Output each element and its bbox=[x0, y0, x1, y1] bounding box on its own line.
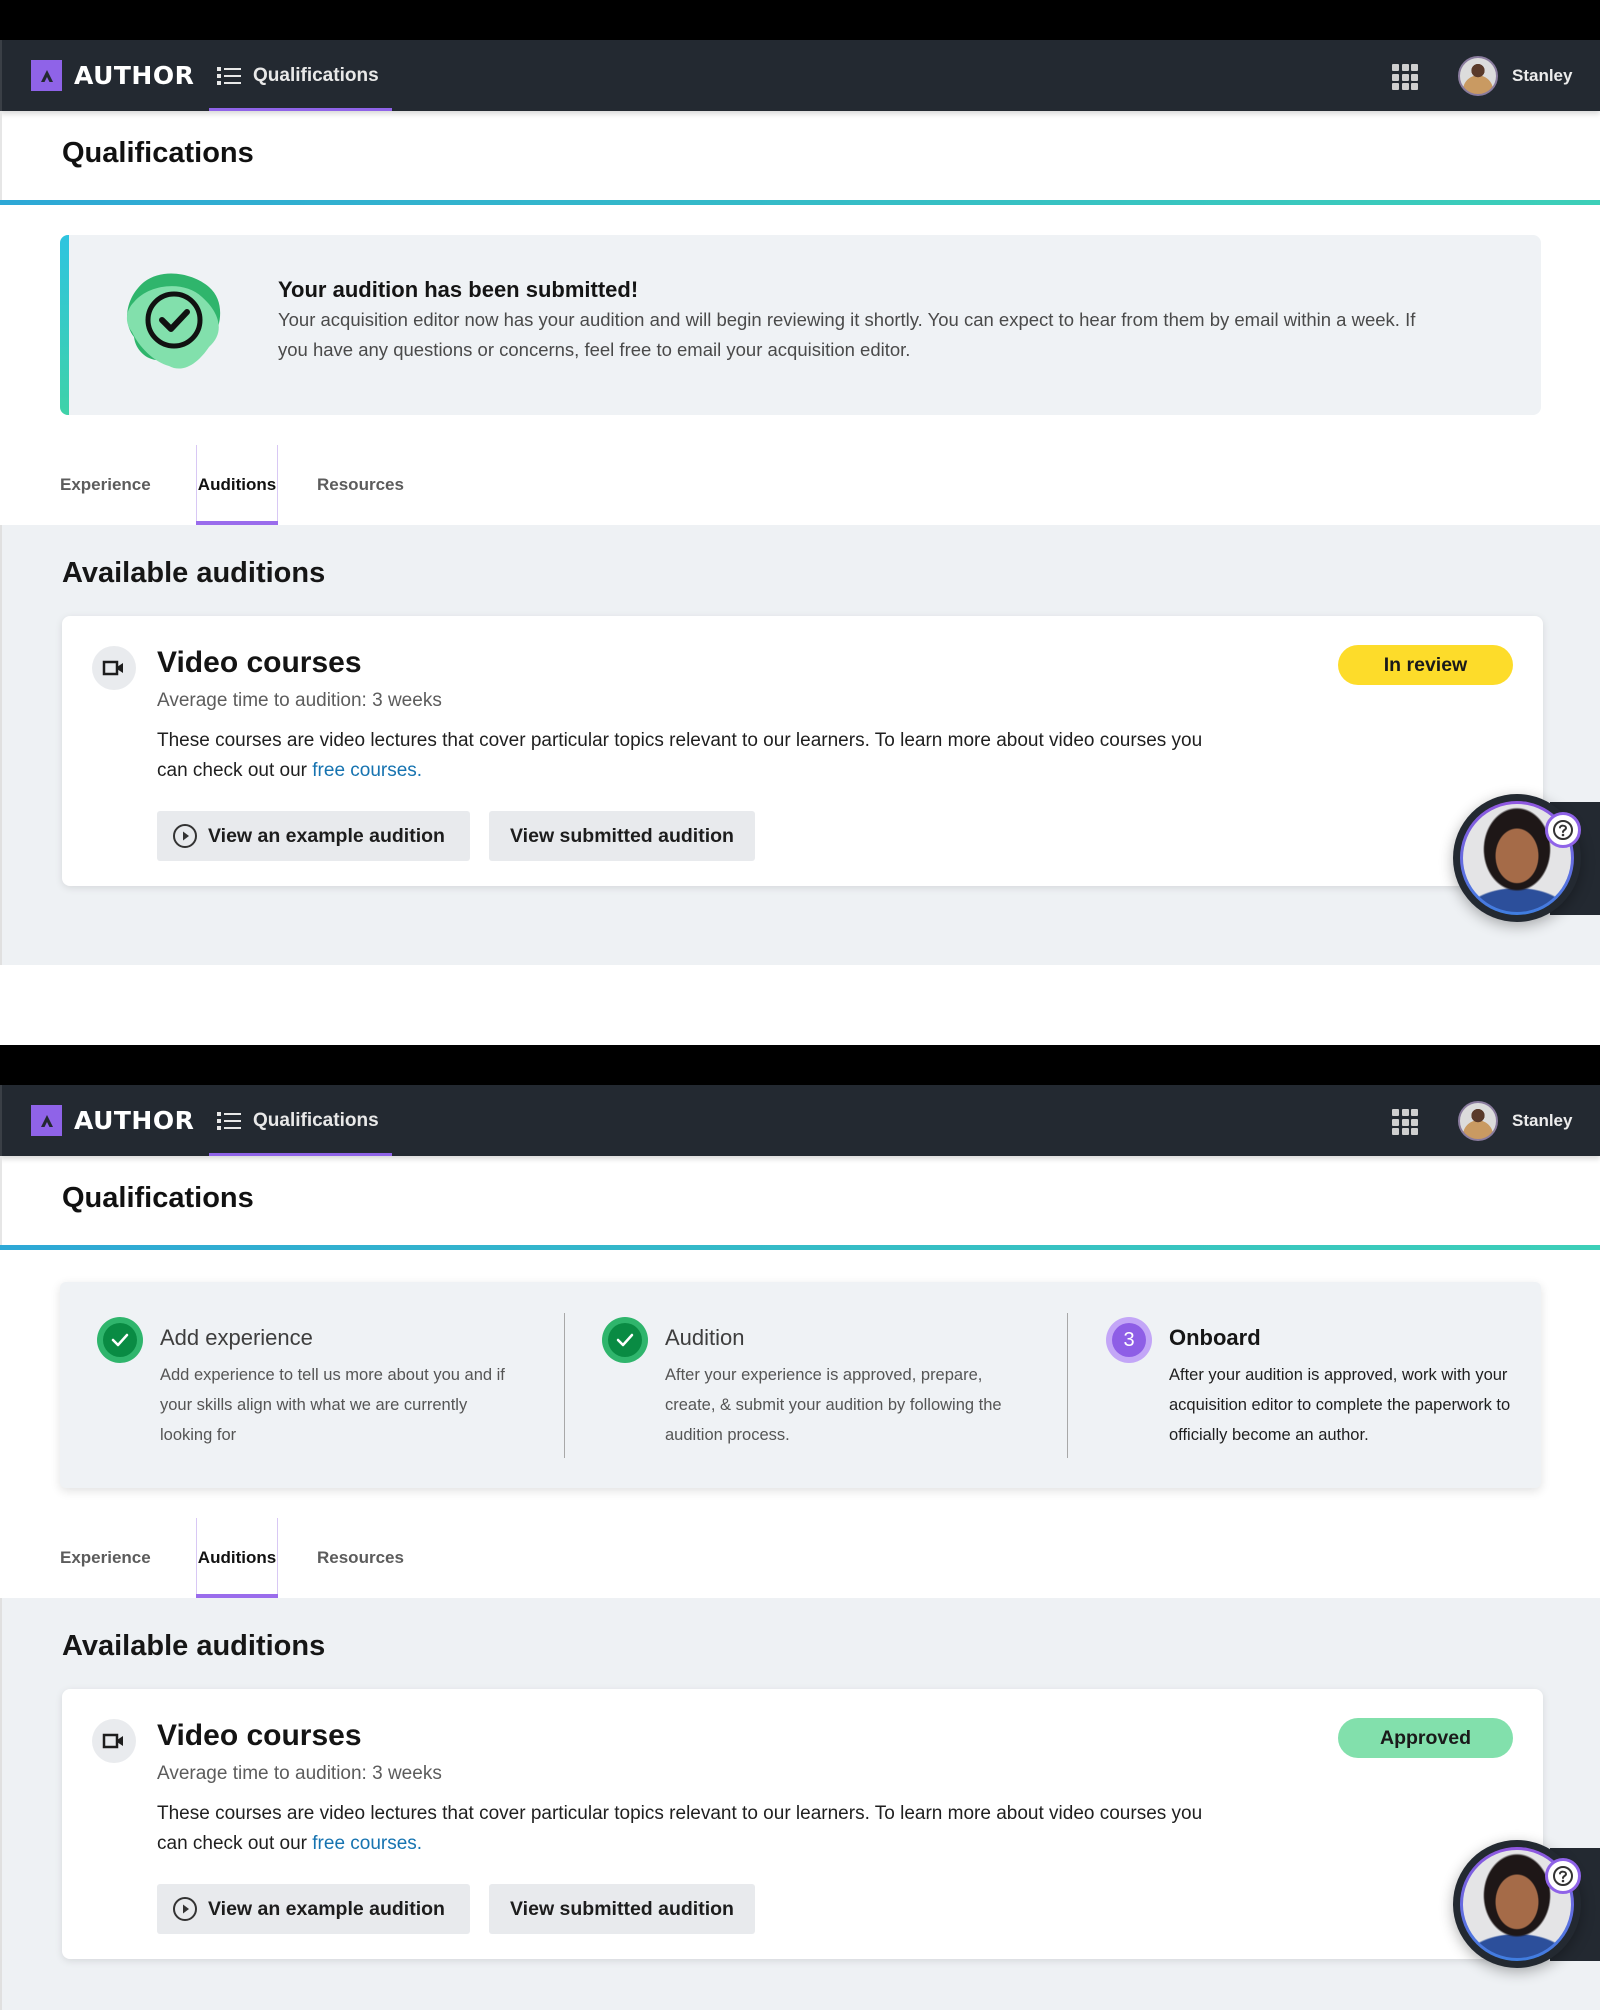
section-tabs: Experience Auditions Resources bbox=[0, 1518, 1600, 1598]
user-avatar bbox=[1458, 56, 1498, 96]
list-icon bbox=[217, 66, 241, 85]
audition-card: Video courses Average time to audition: … bbox=[62, 616, 1543, 886]
user-name: Stanley bbox=[1512, 1111, 1573, 1130]
apps-grid-icon[interactable] bbox=[1392, 64, 1418, 90]
author-logo[interactable]: AUTHOR bbox=[31, 1105, 194, 1136]
video-camera-icon bbox=[92, 1719, 136, 1763]
step-description: After your audition is approved, work wi… bbox=[1169, 1366, 1511, 1444]
section-title: Available auditions bbox=[62, 557, 326, 589]
screen-in-review: AUTHOR Qualifications Stanley Qualificat… bbox=[0, 0, 1600, 1045]
question-mark-icon bbox=[1545, 812, 1581, 848]
question-mark-icon bbox=[1545, 1858, 1581, 1894]
step-description: After your experience is approved, prepa… bbox=[665, 1366, 1002, 1444]
screen-approved: AUTHOR Qualifications Stanley Qualificat… bbox=[0, 1045, 1600, 2010]
tab-auditions[interactable]: Auditions bbox=[196, 1518, 278, 1598]
audition-title: Video courses bbox=[157, 646, 362, 679]
step-audition: Audition After your experience is approv… bbox=[602, 1317, 1062, 1462]
view-example-audition-button[interactable]: View an example audition bbox=[157, 811, 470, 861]
top-nav: AUTHOR Qualifications Stanley bbox=[0, 1085, 1600, 1156]
step-complete-icon bbox=[602, 1317, 648, 1363]
section-title: Available auditions bbox=[62, 1630, 326, 1662]
progress-steps: Add experience Add experience to tell us… bbox=[60, 1282, 1541, 1488]
view-example-audition-button[interactable]: View an example audition bbox=[157, 1884, 470, 1934]
page-title: Qualifications bbox=[62, 137, 254, 169]
list-icon bbox=[217, 1111, 241, 1130]
view-example-audition-label: View an example audition bbox=[208, 1897, 445, 1920]
logo-text: AUTHOR bbox=[74, 1106, 195, 1135]
status-badge: Approved bbox=[1338, 1718, 1513, 1758]
step-number-badge: 3 bbox=[1106, 1317, 1152, 1363]
step-add-experience: Add experience Add experience to tell us… bbox=[97, 1317, 557, 1462]
nav-tab-label: Qualifications bbox=[253, 64, 379, 86]
audition-duration: Average time to audition: 3 weeks bbox=[157, 690, 442, 711]
play-circle-icon bbox=[173, 824, 197, 848]
help-assistant-button[interactable] bbox=[1453, 1840, 1581, 1968]
free-courses-link[interactable]: free courses. bbox=[312, 760, 422, 781]
audition-title: Video courses bbox=[157, 1719, 362, 1752]
play-circle-icon bbox=[173, 1897, 197, 1921]
step-title: Audition bbox=[665, 1325, 745, 1350]
view-submitted-audition-button[interactable]: View submitted audition bbox=[489, 1884, 755, 1934]
free-courses-link[interactable]: free courses. bbox=[312, 1833, 422, 1854]
success-check-icon bbox=[126, 273, 221, 369]
apps-grid-icon[interactable] bbox=[1392, 1109, 1418, 1135]
nav-tab-label: Qualifications bbox=[253, 1109, 379, 1131]
top-nav: AUTHOR Qualifications Stanley bbox=[0, 40, 1600, 111]
auditions-section: Available auditions Video courses Averag… bbox=[0, 1598, 1600, 2010]
step-title: Onboard bbox=[1169, 1325, 1261, 1350]
page-header: Qualifications bbox=[0, 1156, 1600, 1245]
logo-text: AUTHOR bbox=[74, 61, 195, 90]
nav-tab-qualifications[interactable]: Qualifications bbox=[209, 40, 392, 111]
page-header: Qualifications bbox=[0, 111, 1600, 200]
user-avatar bbox=[1458, 1101, 1498, 1141]
submission-banner: Your audition has been submitted! Your a… bbox=[60, 235, 1541, 415]
status-badge: In review bbox=[1338, 645, 1513, 685]
logo-mark-icon bbox=[31, 1105, 62, 1136]
tab-resources[interactable]: Resources bbox=[317, 1518, 404, 1598]
step-divider bbox=[1067, 1313, 1068, 1458]
step-onboard: 3 Onboard After your audition is approve… bbox=[1106, 1317, 1526, 1462]
step-title: Add experience bbox=[160, 1325, 313, 1350]
tab-experience[interactable]: Experience bbox=[60, 1518, 151, 1598]
header-accent-line bbox=[0, 200, 1600, 205]
user-name: Stanley bbox=[1512, 66, 1573, 85]
audition-card: Video courses Average time to audition: … bbox=[62, 1689, 1543, 1959]
step-description: Add experience to tell us more about you… bbox=[160, 1366, 505, 1444]
banner-text: Your acquisition editor now has your aud… bbox=[278, 309, 1416, 360]
page-title: Qualifications bbox=[62, 1182, 254, 1214]
banner-title: Your audition has been submitted! bbox=[278, 277, 639, 302]
nav-tab-qualifications[interactable]: Qualifications bbox=[209, 1085, 392, 1156]
window-top-bar bbox=[0, 1045, 1600, 1085]
step-complete-icon bbox=[97, 1317, 143, 1363]
author-logo[interactable]: AUTHOR bbox=[31, 60, 194, 91]
step-divider bbox=[564, 1313, 565, 1458]
video-camera-icon bbox=[92, 646, 136, 690]
tab-auditions[interactable]: Auditions bbox=[196, 445, 278, 525]
banner-stripe bbox=[60, 235, 69, 415]
window-top-bar bbox=[0, 0, 1600, 40]
user-menu[interactable]: Stanley bbox=[1458, 1101, 1572, 1141]
tab-resources[interactable]: Resources bbox=[317, 445, 404, 525]
audition-description: These courses are video lectures that co… bbox=[157, 1799, 1217, 1859]
logo-mark-icon bbox=[31, 60, 62, 91]
user-menu[interactable]: Stanley bbox=[1458, 56, 1572, 96]
view-submitted-audition-button[interactable]: View submitted audition bbox=[489, 811, 755, 861]
header-accent-line bbox=[0, 1245, 1600, 1250]
audition-duration: Average time to audition: 3 weeks bbox=[157, 1763, 442, 1784]
tab-experience[interactable]: Experience bbox=[60, 445, 151, 525]
help-assistant-button[interactable] bbox=[1453, 794, 1581, 922]
view-example-audition-label: View an example audition bbox=[208, 824, 445, 847]
section-tabs: Experience Auditions Resources bbox=[0, 445, 1600, 525]
audition-description: These courses are video lectures that co… bbox=[157, 726, 1217, 786]
auditions-section: Available auditions Video courses Averag… bbox=[0, 525, 1600, 965]
